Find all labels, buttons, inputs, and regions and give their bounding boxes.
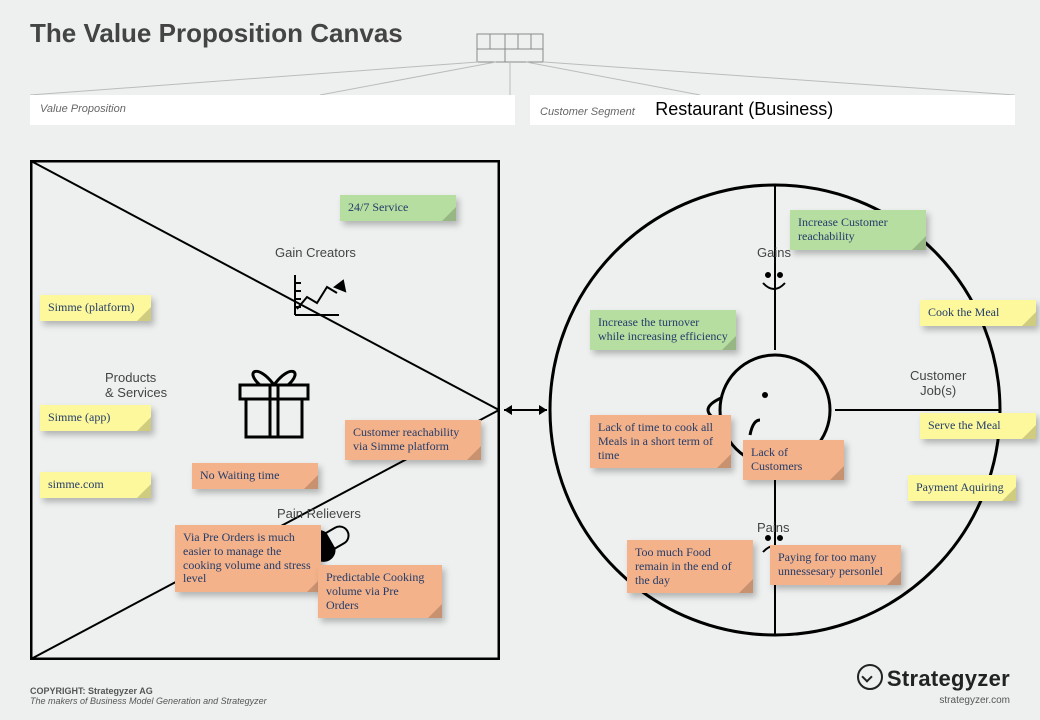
connector-arrow [498, 400, 553, 420]
note-job-2: Payment Aquiring [908, 475, 1016, 501]
note-painreliever-2: Customer reachability via Simme platform [345, 420, 481, 460]
note-pain-0: Lack of time to cook all Meals in a shor… [590, 415, 731, 468]
label-gain-creators: Gain Creators [275, 245, 356, 260]
footer-url: strategyzer.com [939, 695, 1010, 706]
note-pain-2: Too much Food remain in the end of the d… [627, 540, 753, 593]
note-painreliever-0: No Waiting time [192, 463, 318, 489]
header-cs-label: Customer Segment [530, 98, 645, 126]
note-product-0: Simme (platform) [40, 295, 151, 321]
label-pains: Pains [757, 520, 790, 535]
note-product-2: simme.com [40, 472, 151, 498]
header-vp: Value Proposition [30, 95, 515, 125]
note-painreliever-1: Via Pre Orders is much easier to manage … [175, 525, 321, 592]
label-gains: Gains [757, 245, 791, 260]
header-vp-value [140, 104, 152, 112]
header-cs-value: Restaurant (Business) [649, 95, 839, 124]
note-gain-1: Increase the turnover while increasing e… [590, 310, 736, 350]
note-job-0: Cook the Meal [920, 300, 1036, 326]
brand-logo: Strategyzer [857, 664, 1010, 692]
note-pain-3: Paying for too many unnessesary personle… [770, 545, 901, 585]
label-pain-relievers: Pain Relievers [277, 506, 361, 521]
label-customer-jobs: Customer Job(s) [910, 368, 966, 398]
note-painreliever-3: Predictable Cooking volume via Pre Order… [318, 565, 442, 618]
header-vp-label: Value Proposition [30, 95, 136, 123]
note-gaincreator-0: 24/7 Service [340, 195, 456, 221]
footer-copyright: COPYRIGHT: Strategyzer AG The makers of … [30, 686, 267, 706]
note-job-1: Serve the Meal [920, 413, 1036, 439]
note-pain-1: Lack of Customers [743, 440, 844, 480]
header-cs: Customer Segment Restaurant (Business) [530, 95, 1015, 125]
note-product-1: Simme (app) [40, 405, 151, 431]
note-gain-0: Increase Customer reachability [790, 210, 926, 250]
label-products-services: Products & Services [105, 370, 167, 400]
